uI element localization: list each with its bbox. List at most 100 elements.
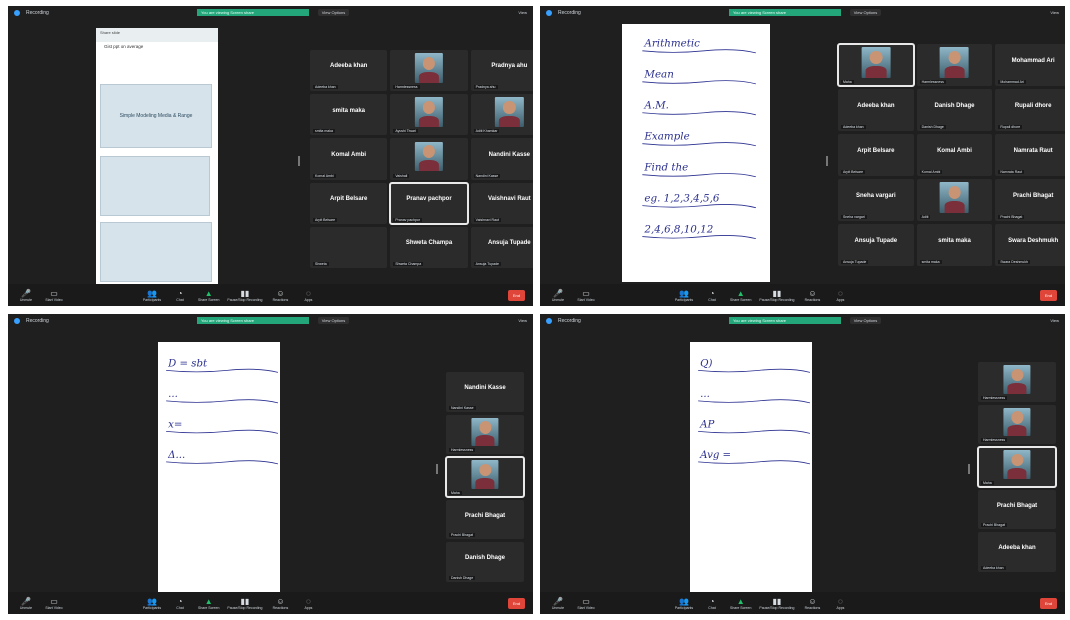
drag-handle[interactable]	[968, 464, 970, 474]
participant-gallery: Nandini Kasse Nandini Kasse Harmlessness Ma…	[445, 372, 525, 582]
share-banner[interactable]: You are viewing Screen share	[729, 9, 841, 16]
participant-label: Shweta	[313, 262, 329, 266]
chat-button[interactable]: ◔ Chat	[170, 289, 190, 302]
mute-button[interactable]: 🎤 Unmute	[548, 597, 568, 610]
participant-tile[interactable]: Harmlessness	[978, 404, 1056, 445]
end-meeting-button[interactable]: End	[1039, 289, 1057, 301]
participant-name: Nandini Kasse	[488, 151, 530, 158]
participant-tile[interactable]: Harmlessness	[390, 50, 468, 92]
participants-button[interactable]: 👥 Participants	[674, 597, 694, 610]
mute-button[interactable]: 🎤 Unmute	[16, 597, 36, 610]
participant-tile[interactable]: Shweta Champa Shweta Champa	[390, 226, 468, 268]
participant-tile[interactable]: Maha	[445, 456, 525, 498]
end-meeting-button[interactable]: End	[507, 597, 525, 609]
participant-tile[interactable]: Arpit Belsare Arpit Belsare	[310, 182, 388, 224]
participant-tile[interactable]: Nandini Kasse Nandini Kasse	[446, 372, 524, 412]
participant-tile[interactable]: Prachi Bhagat Prachi Bhagat	[978, 489, 1056, 530]
chat-button[interactable]: ◔ Chat	[702, 597, 722, 610]
participant-tile[interactable]: Harmlessness	[978, 362, 1056, 402]
video-button[interactable]: ▭ Start Video	[44, 597, 64, 610]
reactions-button[interactable]: ☺ Reactions	[270, 597, 290, 610]
reactions-button[interactable]: ☺ Reactions	[802, 597, 822, 610]
apps-button[interactable]: ◌ Apps	[298, 597, 318, 610]
video-button[interactable]: ▭ Start Video	[576, 597, 596, 610]
end-meeting-button[interactable]: End	[1039, 597, 1057, 609]
participant-tile[interactable]: Ansuja Tupade Ansuja Tupade	[838, 224, 914, 266]
participant-tile[interactable]: Komal Ambi Komal Ambi	[310, 138, 388, 180]
participant-tile[interactable]: Swara Deshmukh Swara Deshmukh	[995, 224, 1065, 266]
chat-button[interactable]: ◔ Chat	[702, 289, 722, 302]
slide-thumbnail[interactable]	[100, 156, 210, 216]
participant-tile[interactable]: Pradnya ahu Pradnya ahu	[470, 50, 533, 92]
participant-tile[interactable]: Danish Dhage Danish Dhage	[446, 542, 524, 582]
participant-tile[interactable]: smita maka smita maka	[916, 224, 993, 266]
video-button[interactable]: ▭ Start Video	[44, 289, 64, 302]
participant-name: Adeeba khan	[998, 545, 1036, 552]
view-button[interactable]: View	[1050, 9, 1059, 16]
slide-thumbnail[interactable]: Simple Modeling Media & Range	[100, 84, 212, 148]
chat-button[interactable]: ◔ Chat	[170, 597, 190, 610]
apps-button[interactable]: ◌ Apps	[830, 597, 850, 610]
share-banner[interactable]: You are viewing Screen share	[197, 317, 309, 324]
view-options-button[interactable]: View Options	[849, 9, 882, 16]
participants-button[interactable]: 👥 Participants	[142, 597, 162, 610]
apps-button[interactable]: ◌ Apps	[830, 289, 850, 302]
view-button[interactable]: View	[1050, 317, 1059, 324]
view-options-button[interactable]: View Options	[317, 9, 350, 16]
reactions-button[interactable]: ☺ Reactions	[270, 289, 290, 302]
share-button[interactable]: ▲ Share Screen	[198, 289, 219, 302]
participant-tile[interactable]: Rupali dhore Rupali dhore	[995, 89, 1065, 131]
view-button[interactable]: View	[518, 9, 527, 16]
participant-tile[interactable]: Adeeba khan Adeeba khan	[838, 89, 914, 131]
view-button[interactable]: View	[518, 317, 527, 324]
participant-tile[interactable]: Adeeba khan Adeeba khan	[978, 532, 1056, 572]
participant-tile[interactable]: Mohammad Ari Mohammad Ari	[995, 44, 1065, 86]
reactions-button[interactable]: ☺ Reactions	[802, 289, 822, 302]
drag-handle[interactable]	[436, 464, 438, 474]
mute-button[interactable]: 🎤 Unmute	[548, 289, 568, 302]
video-button[interactable]: ▭ Start Video	[576, 289, 596, 302]
participant-tile[interactable]: Nandini Kasse Nandini Kasse	[470, 138, 533, 180]
participant-tile[interactable]: Shweta	[310, 226, 388, 268]
participant-tile[interactable]: Vaishnavi Raut Vaishnavi Raut	[470, 182, 533, 224]
drag-handle[interactable]	[826, 156, 828, 166]
participant-tile[interactable]: Prachi Bhagat Prachi Bhagat	[995, 179, 1065, 221]
view-options-button[interactable]: View Options	[317, 317, 350, 324]
share-button[interactable]: ▲ Share Screen	[198, 597, 219, 610]
view-options-button[interactable]: View Options	[849, 317, 882, 324]
mute-button[interactable]: 🎤 Unmute	[16, 289, 36, 302]
participant-tile[interactable]: Harmlessness	[446, 414, 524, 455]
participant-name: Vaishnavi Raut	[487, 196, 531, 203]
share-button[interactable]: ▲ Share Screen	[730, 289, 751, 302]
participant-tile[interactable]: Prachi Bhagat Prachi Bhagat	[446, 499, 524, 540]
share-banner[interactable]: You are viewing Screen share	[729, 317, 841, 324]
participant-tile[interactable]: Maha	[977, 446, 1057, 488]
share-banner[interactable]: You are viewing Screen share	[197, 9, 309, 16]
share-button[interactable]: ▲ Share Screen	[730, 597, 751, 610]
participant-tile[interactable]: Sneha vargari Sneha vargari	[838, 179, 914, 221]
participant-tile[interactable]: Aditi	[916, 179, 993, 221]
participant-tile[interactable]: Komal Ambi Komal Ambi	[916, 134, 993, 176]
drag-handle[interactable]	[298, 156, 300, 166]
record-button[interactable]: ▮▮ Pause/Stop Recording	[227, 289, 262, 302]
participant-tile[interactable]: Harmlessness	[916, 44, 993, 86]
participant-tile[interactable]: Aditi Khamkar	[470, 94, 533, 136]
participant-tile[interactable]: Ansuja Tupade Ansuja Tupade	[470, 226, 533, 268]
end-meeting-button[interactable]: End	[507, 289, 525, 301]
slide-thumbnail[interactable]	[100, 222, 212, 282]
apps-button[interactable]: ◌ Apps	[298, 289, 318, 302]
record-button[interactable]: ▮▮ Pause/Stop Recording	[759, 597, 794, 610]
participant-tile[interactable]: Maha	[837, 43, 915, 87]
record-button[interactable]: ▮▮ Pause/Stop Recording	[227, 597, 262, 610]
participant-tile[interactable]: smita maka smita maka	[310, 94, 388, 136]
participants-button[interactable]: 👥 Participants	[674, 289, 694, 302]
record-button[interactable]: ▮▮ Pause/Stop Recording	[759, 289, 794, 302]
participant-tile[interactable]: Namrata Raut Namrata Raut	[995, 134, 1065, 176]
participant-tile[interactable]: Vaishali	[390, 138, 468, 180]
participant-tile[interactable]: Danish Dhage Danish Dhage	[916, 89, 993, 131]
participants-button[interactable]: 👥 Participants	[142, 289, 162, 302]
participant-tile[interactable]: Adeeba khan Adeeba khan	[310, 50, 388, 92]
participant-tile[interactable]: Pranav pachpor Pranav pachpor	[389, 181, 469, 225]
participant-tile[interactable]: Ayushi Tiwari	[390, 94, 468, 136]
participant-tile[interactable]: Arpit Belsare Arpit Belsare	[838, 134, 914, 176]
